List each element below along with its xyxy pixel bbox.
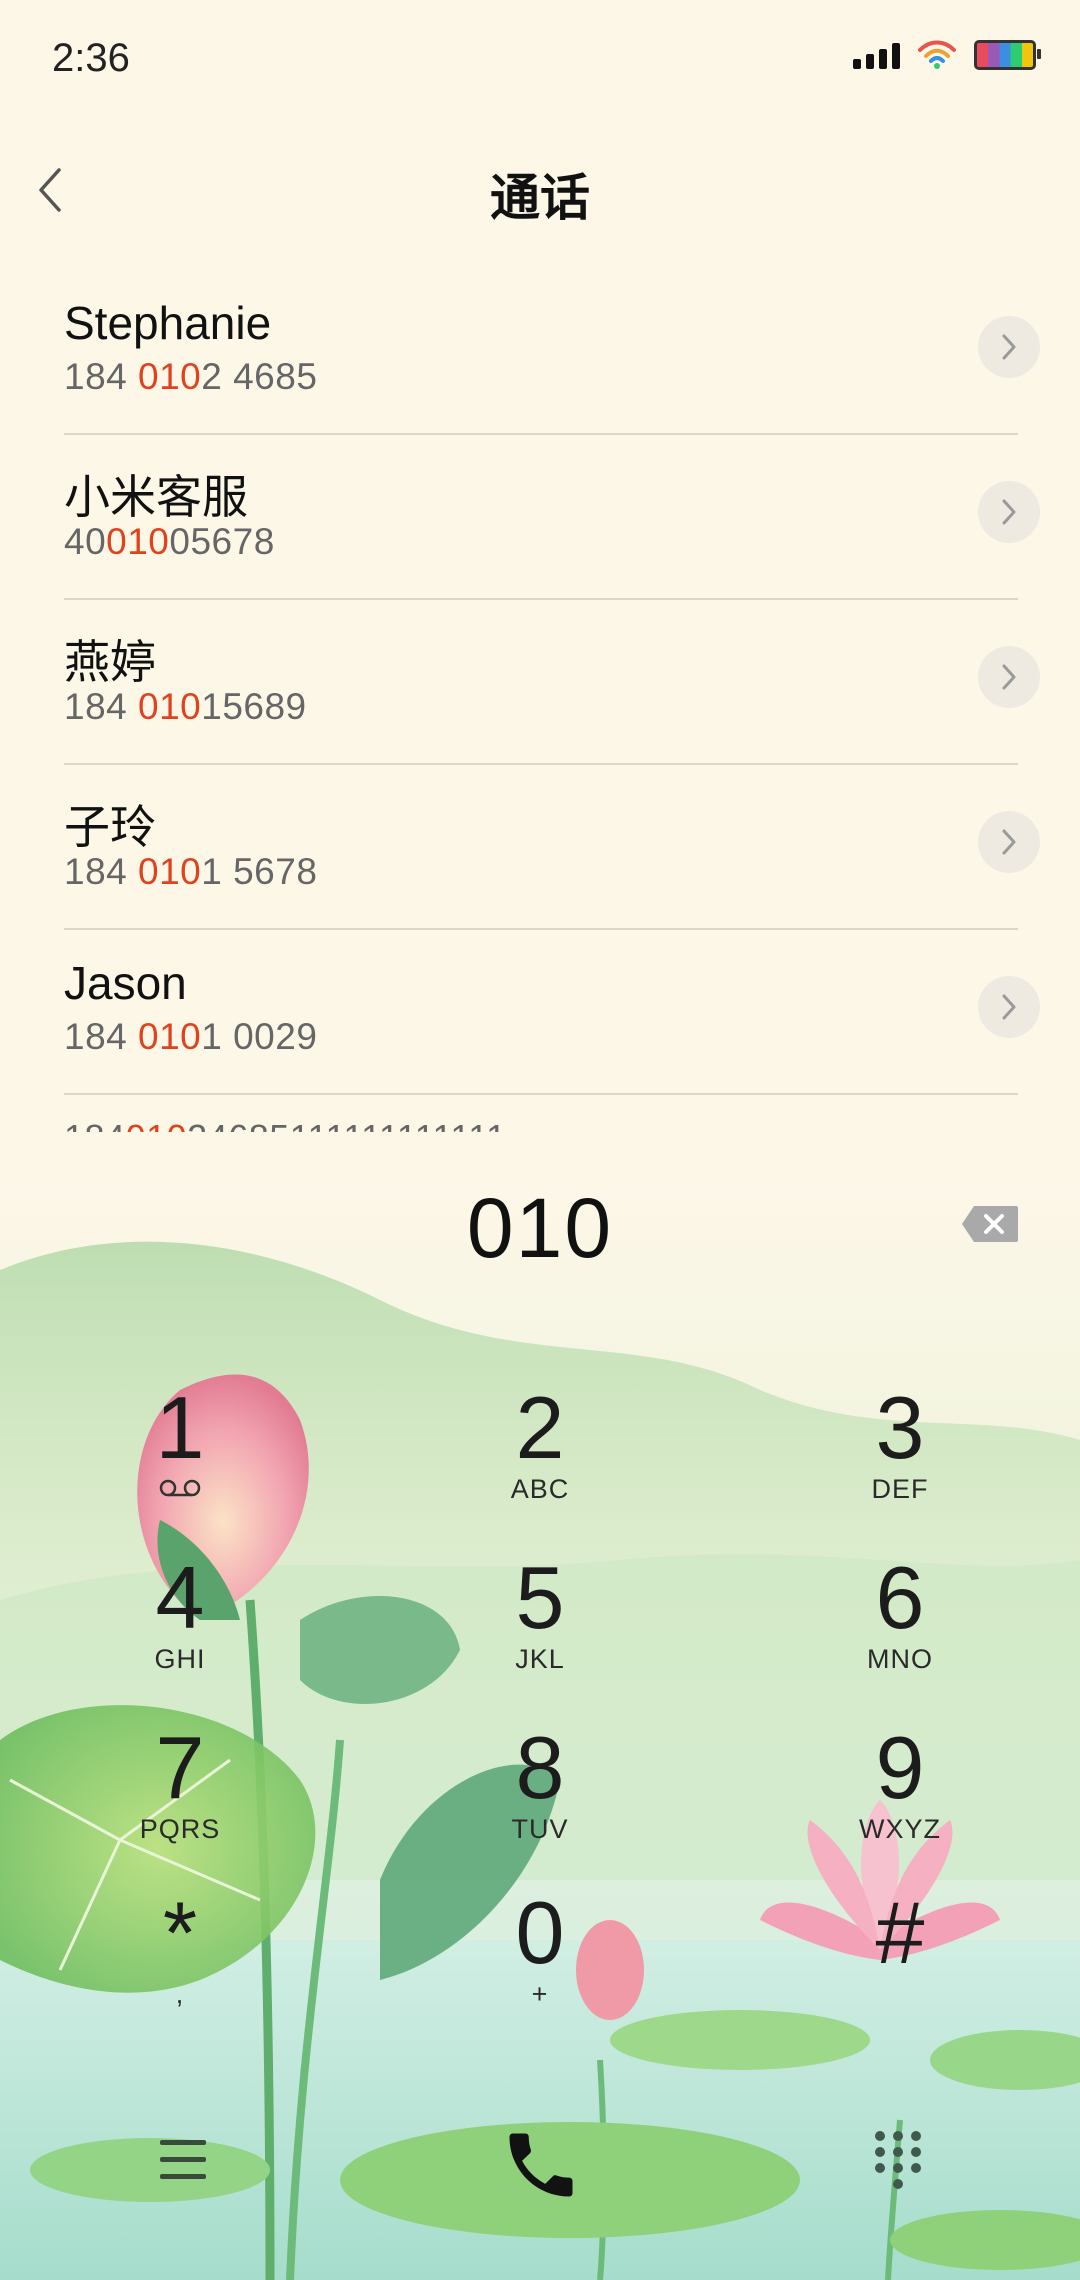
wifi-icon	[918, 40, 956, 69]
key-digit: 5	[515, 1548, 565, 1647]
key-digit: 1	[155, 1378, 205, 1477]
contact-row[interactable]: 小米客服 4001005678	[64, 435, 1040, 600]
status-bar: 2:36	[0, 0, 1080, 120]
contact-number: 18401024685111111111111	[64, 1117, 507, 1132]
cellular-signal-icon	[853, 41, 900, 69]
key-digit: *	[162, 1883, 198, 1982]
key-digit: 3	[875, 1378, 925, 1477]
phone-icon	[509, 2133, 573, 2197]
contact-name: Jason	[64, 957, 187, 1009]
contact-detail-button[interactable]	[978, 481, 1040, 543]
key-1[interactable]: 1	[80, 1380, 280, 1540]
dialed-number: 010	[466, 1181, 614, 1275]
page-title: 通话	[490, 170, 590, 226]
key-letters: MNO	[867, 1644, 933, 1674]
contact-number: 184 0101 0029	[64, 1016, 318, 1057]
chevron-right-icon	[1002, 334, 1016, 360]
backspace-button[interactable]	[960, 1204, 1020, 1244]
call-button[interactable]	[486, 2110, 596, 2220]
key-letters: +	[531, 1979, 549, 2009]
contact-row[interactable]: 子玲 184 0101 5678	[64, 765, 1040, 930]
contact-detail-button[interactable]	[978, 811, 1040, 873]
key-digit: 0	[515, 1883, 565, 1982]
contact-row[interactable]: 燕婷 184 01015689	[64, 600, 1040, 765]
key-letters: TUV	[511, 1814, 569, 1844]
contact-name: 燕婷	[64, 636, 156, 688]
battery-icon	[974, 40, 1041, 70]
key-letters: WXYZ	[859, 1814, 941, 1844]
key-2[interactable]: 2 ABC	[440, 1380, 640, 1540]
contact-number: 4001005678	[64, 521, 275, 562]
contact-name: Stephanie	[64, 297, 272, 349]
key-7[interactable]: 7 PQRS	[80, 1720, 280, 1880]
status-time: 2:36	[52, 36, 130, 80]
key-hash[interactable]: #	[800, 1885, 1000, 2045]
contact-number: 184 01015689	[64, 686, 307, 727]
header: 通话	[0, 140, 1080, 240]
chevron-right-icon	[1002, 829, 1016, 855]
key-digit: 9	[875, 1718, 925, 1817]
key-0[interactable]: 0 +	[440, 1885, 640, 2045]
contact-number: 184 0102 4685	[64, 356, 318, 397]
key-digit: 6	[875, 1548, 925, 1647]
contact-list[interactable]: Stephanie 184 0102 4685 小米客服 4001005678 …	[0, 270, 1080, 1132]
contact-name: 子玲	[64, 801, 156, 853]
key-8[interactable]: 8 TUV	[440, 1720, 640, 1880]
contact-detail-button[interactable]	[978, 316, 1040, 378]
key-digit: 4	[155, 1548, 205, 1647]
key-9[interactable]: 9 WXYZ	[800, 1720, 1000, 1880]
key-digit: #	[875, 1883, 925, 1982]
chevron-right-icon	[1002, 994, 1016, 1020]
key-digit: 7	[155, 1718, 205, 1817]
key-letters: JKL	[515, 1644, 565, 1674]
key-4[interactable]: 4 GHI	[80, 1550, 280, 1710]
chevron-right-icon	[1002, 499, 1016, 525]
key-star[interactable]: * ,	[80, 1885, 280, 2045]
key-digit: 8	[515, 1718, 565, 1817]
key-letters: DEF	[871, 1474, 929, 1504]
contact-row[interactable]: Jason 184 0101 0029	[64, 930, 1040, 1095]
chevron-right-icon	[1002, 664, 1016, 690]
key-3[interactable]: 3 DEF	[800, 1380, 1000, 1540]
contact-row[interactable]: Stephanie 184 0102 4685	[64, 270, 1040, 435]
menu-button[interactable]	[150, 2132, 216, 2188]
contact-row-partial[interactable]: 18401024685111111111111	[64, 1095, 1018, 1132]
key-6[interactable]: 6 MNO	[800, 1550, 1000, 1710]
key-letters: PQRS	[139, 1814, 221, 1844]
key-5[interactable]: 5 JKL	[440, 1550, 640, 1710]
key-letters: GHI	[154, 1644, 206, 1674]
contact-name: 小米客服	[64, 471, 248, 523]
status-icons	[853, 40, 1041, 70]
contact-detail-button[interactable]	[978, 976, 1040, 1038]
key-letters: ABC	[510, 1474, 570, 1504]
contact-detail-button[interactable]	[978, 646, 1040, 708]
contact-number: 184 0101 5678	[64, 851, 318, 892]
voicemail-icon	[159, 1479, 201, 1497]
key-digit: 2	[515, 1378, 565, 1477]
dialpad-toggle-button[interactable]	[870, 2128, 926, 2192]
key-letters: ,	[175, 1979, 185, 2009]
